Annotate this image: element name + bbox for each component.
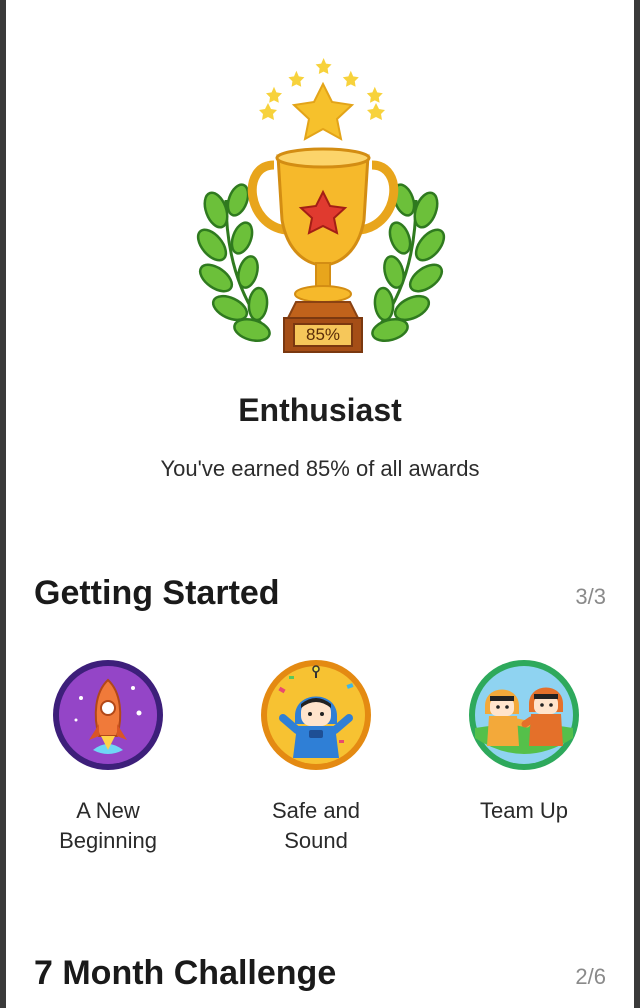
section-count: 3/3 (575, 584, 606, 609)
badge-row: A New Beginning Safe and Sound Team Up (6, 658, 634, 878)
section-title: 7 Month Challenge (34, 954, 337, 992)
section-count: 2/6 (575, 964, 606, 989)
trophy-percent-label: 85% (305, 325, 341, 344)
astronaut-icon (261, 660, 371, 770)
section-title: Getting Started (34, 574, 280, 612)
rocket-icon (53, 660, 163, 770)
trophy-illustration: 85% (186, 50, 456, 360)
badge-label: Team Up (479, 798, 569, 823)
badge-safe-and-sound[interactable]: Safe and Sound (216, 658, 416, 856)
trophy-icon (196, 58, 446, 353)
badge-team-up[interactable]: Team Up (424, 658, 624, 826)
achievements-screen: 85% Enthusiast You've earned 85% of all … (6, 0, 634, 1008)
level-title: Enthusiast (238, 392, 402, 428)
section-header-getting-started: Getting Started 3/3 (34, 574, 606, 613)
section-header-7-month-challenge: 7 Month Challenge 2/6 (34, 954, 606, 993)
badge-a-new-beginning[interactable]: A New Beginning (8, 658, 208, 856)
badge-label: Safe and Sound (271, 798, 361, 853)
team-icon (469, 660, 579, 770)
level-subtitle: You've earned 85% of all awards (160, 456, 480, 481)
badge-label: A New Beginning (59, 798, 157, 853)
